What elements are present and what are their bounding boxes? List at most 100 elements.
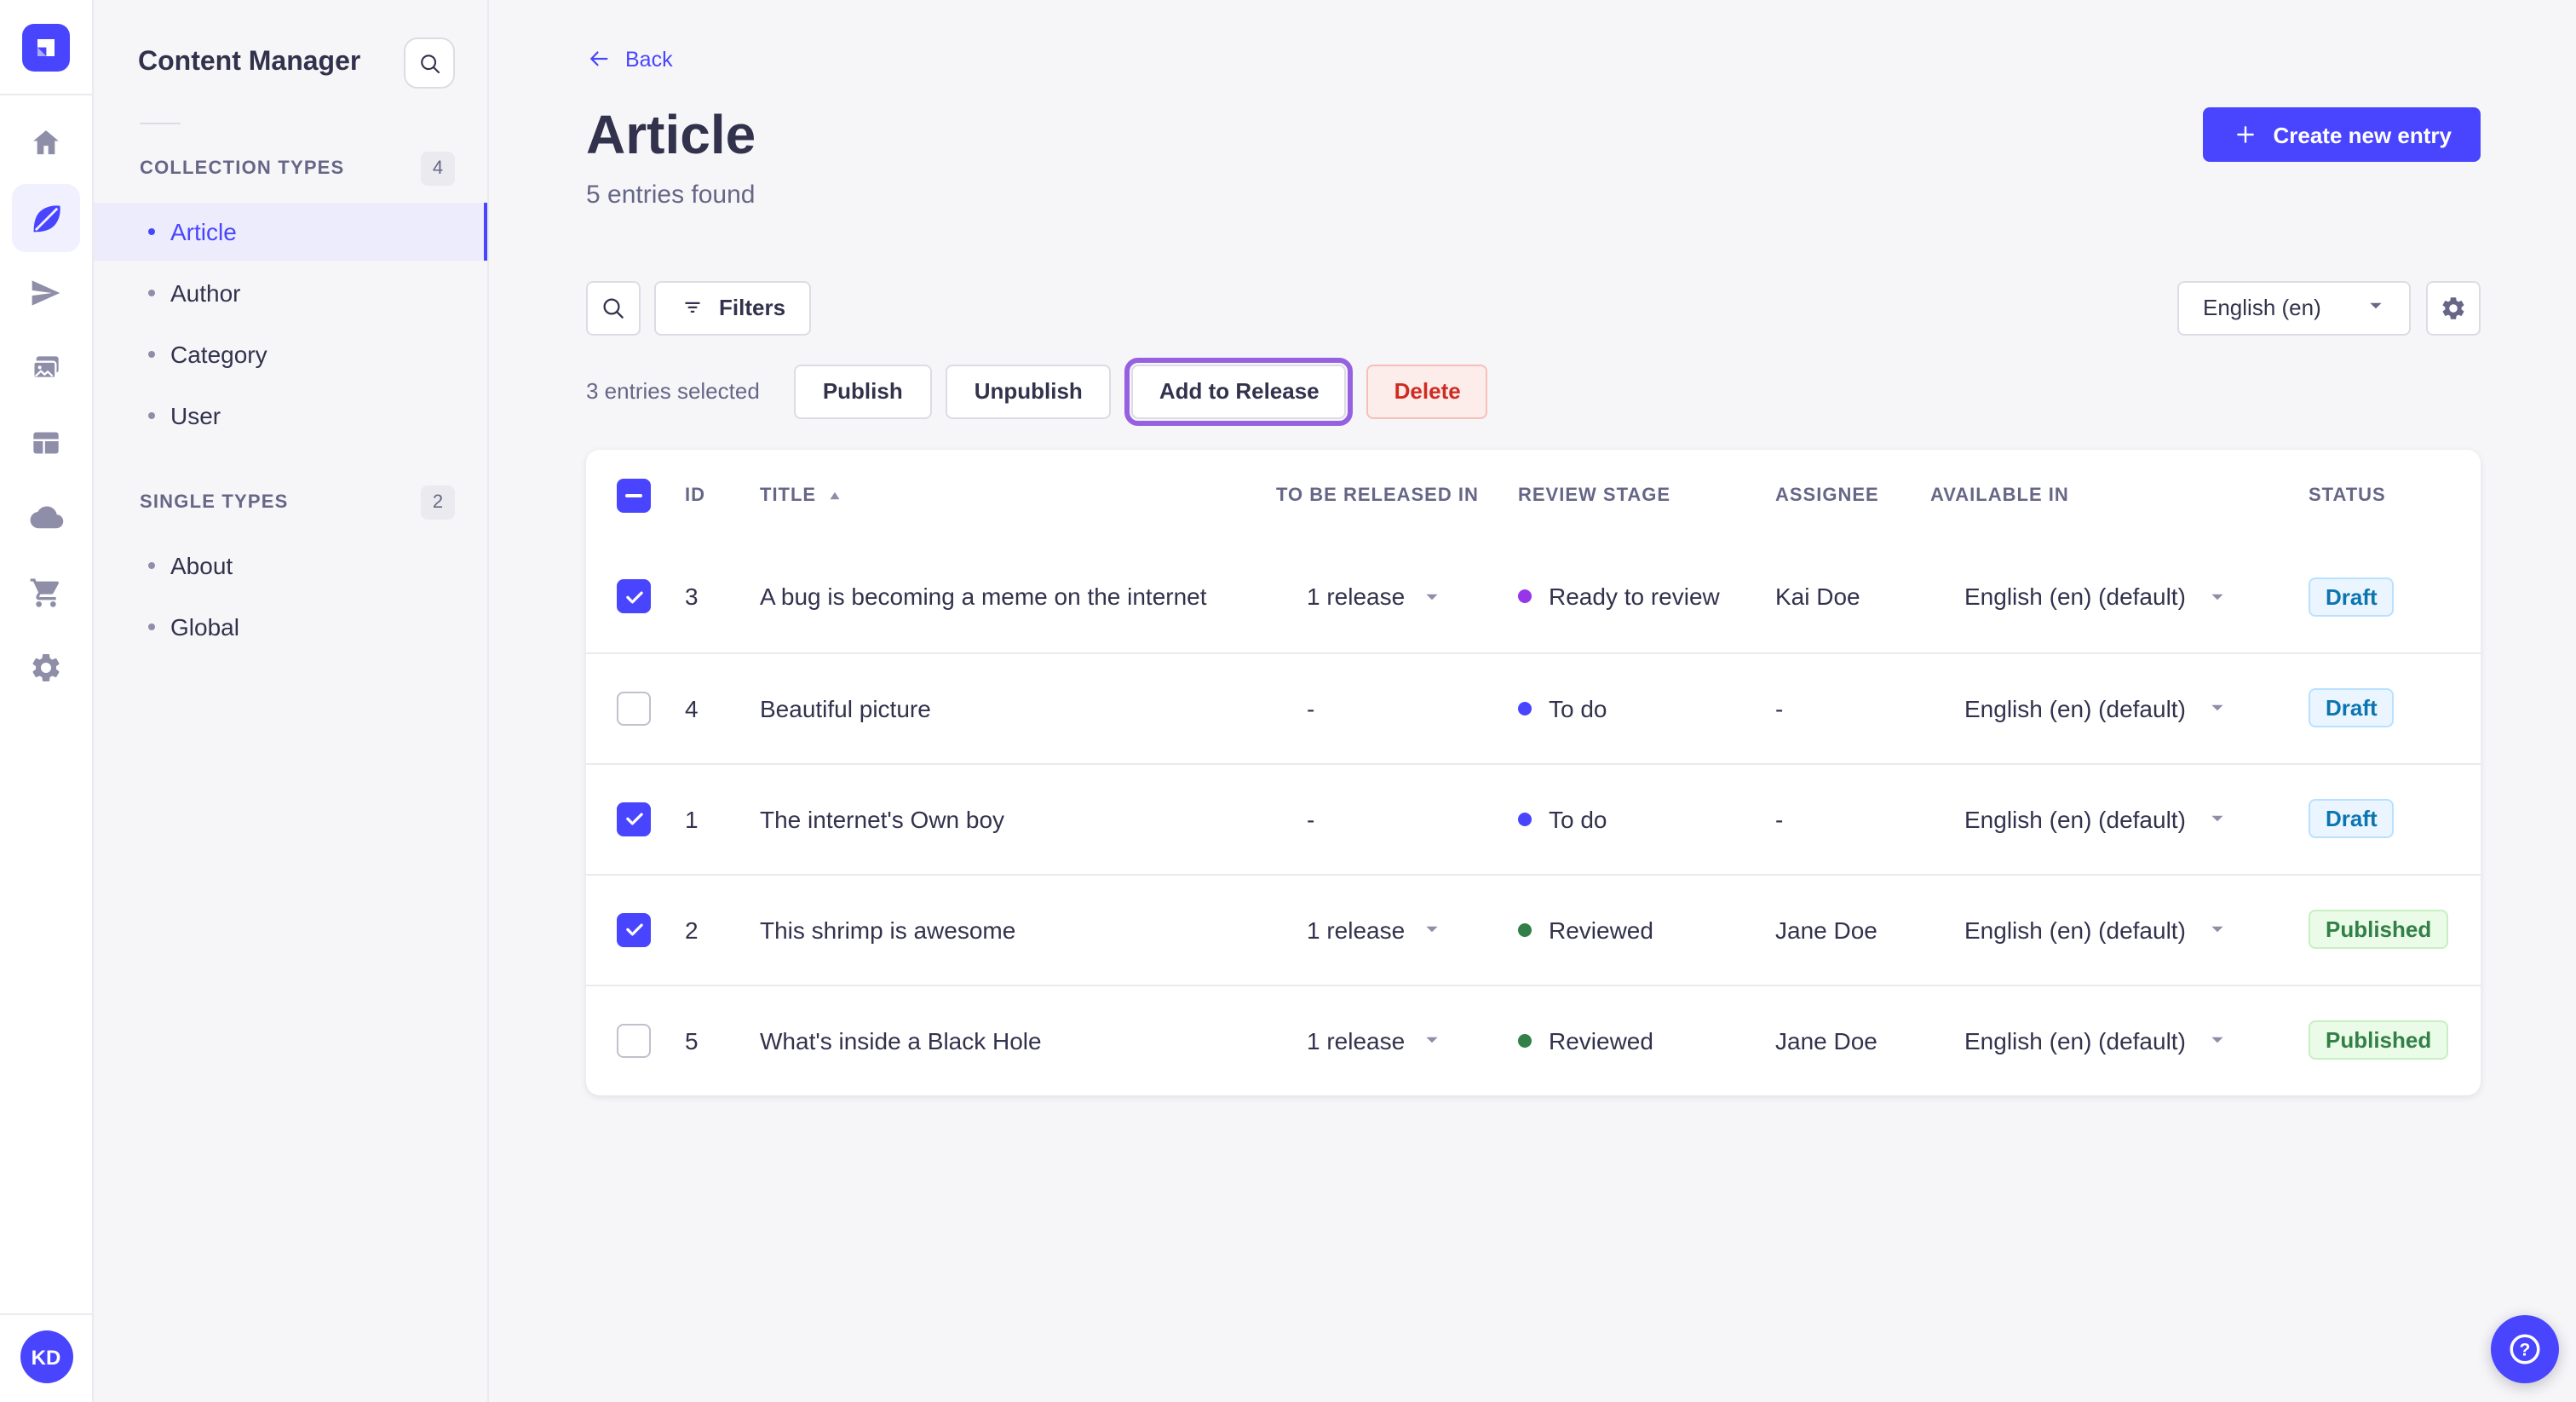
chevron-down-icon[interactable] xyxy=(1422,1031,1440,1050)
sidebar: Content Manager COLLECTION TYPES 4 Article… xyxy=(94,0,489,1402)
section-label: COLLECTION TYPES xyxy=(140,158,345,179)
cell-available-in: English (en) (default) xyxy=(1930,583,2309,611)
cell-title: This shrimp is awesome xyxy=(760,916,1016,944)
cell-title: What's inside a Black Hole xyxy=(760,1026,1042,1054)
row-checkbox[interactable] xyxy=(617,1023,651,1058)
row-checkbox[interactable] xyxy=(617,691,651,726)
cell-review-stage: Reviewed xyxy=(1518,1027,1775,1054)
column-header-release[interactable]: TO BE RELEASED IN xyxy=(1276,486,1518,506)
cell-available-in: English (en) (default) xyxy=(1930,1027,2309,1054)
status-badge: Draft xyxy=(2309,577,2395,617)
row-checkbox[interactable] xyxy=(617,579,651,614)
sidebar-search-button[interactable] xyxy=(404,37,455,89)
back-label: Back xyxy=(625,47,673,71)
publish-button[interactable]: Publish xyxy=(793,364,932,419)
column-header-id[interactable]: ID xyxy=(685,486,760,506)
nav-item-home[interactable] xyxy=(0,106,93,181)
cell-assignee: Jane Doe xyxy=(1775,916,1877,944)
column-header-assignee[interactable]: ASSIGNEE xyxy=(1775,486,1930,506)
status-badge: Draft xyxy=(2309,799,2395,839)
sidebar-section: COLLECTION TYPES 4 Article Author Category Us… xyxy=(94,152,487,445)
nav-item-cloud[interactable] xyxy=(0,480,93,555)
unpublish-button[interactable]: Unpublish xyxy=(945,364,1112,419)
release-count: - xyxy=(1307,805,1315,833)
chevron-down-icon[interactable] xyxy=(2208,588,2227,606)
sidebar-item-about[interactable]: About xyxy=(94,537,487,595)
filters-button[interactable]: Filters xyxy=(654,280,812,336)
back-link[interactable]: Back xyxy=(586,46,673,72)
chevron-down-icon[interactable] xyxy=(1422,921,1440,939)
table-row[interactable]: 4 Beautiful picture - To do - English (en) (d… xyxy=(586,652,2481,763)
locale-label: English (en) (default) xyxy=(1964,583,2186,611)
check-icon xyxy=(625,924,642,937)
sidebar-header: Content Manager xyxy=(138,37,455,89)
sidebar-item-label: Author xyxy=(170,279,241,307)
sidebar-item-author[interactable]: Author xyxy=(94,264,487,322)
user-avatar[interactable]: KD xyxy=(20,1330,72,1383)
cell-id: 3 xyxy=(685,583,699,611)
cell-assignee: Jane Doe xyxy=(1775,1026,1877,1054)
column-header-status[interactable]: STATUS xyxy=(2309,486,2481,506)
layout-icon xyxy=(12,409,80,477)
search-icon xyxy=(603,298,624,319)
toolbar-right: English (en) xyxy=(2177,280,2481,336)
table-body: 3 A bug is becoming a meme on the interne… xyxy=(586,542,2481,1095)
nav-item-cart[interactable] xyxy=(0,555,93,630)
chevron-down-icon[interactable] xyxy=(2208,1031,2227,1050)
sidebar-item-article[interactable]: Article xyxy=(94,203,487,261)
nav-item-send[interactable] xyxy=(0,256,93,330)
chevron-down-icon[interactable] xyxy=(2208,921,2227,939)
column-header-title[interactable]: TITLE xyxy=(760,486,1276,506)
cell-available-in: English (en) (default) xyxy=(1930,916,2309,944)
nav-item-media[interactable] xyxy=(0,330,93,405)
search-button[interactable] xyxy=(586,280,641,336)
sidebar-item-user[interactable]: User xyxy=(94,387,487,445)
help-button[interactable]: ? xyxy=(2491,1315,2559,1383)
table-row[interactable]: 1 The internet's Own boy - To do - English (e… xyxy=(586,762,2481,874)
sidebar-item-global[interactable]: Global xyxy=(94,598,487,656)
nav-item-settings[interactable] xyxy=(0,630,93,705)
section-count-badge: 2 xyxy=(421,486,455,520)
main-content: Back Article Create new entry 5 entries … xyxy=(489,0,2576,1402)
row-checkbox[interactable] xyxy=(617,802,651,836)
add-to-release-button[interactable]: Add to Release xyxy=(1124,357,1354,426)
table-row[interactable]: 5 What's inside a Black Hole 1 release Revi… xyxy=(586,984,2481,1095)
release-count: 1 release xyxy=(1307,1026,1406,1054)
stage-label: To do xyxy=(1549,694,1607,722)
row-checkbox[interactable] xyxy=(617,912,651,947)
logo-container xyxy=(0,0,93,95)
locale-label: English (en) (default) xyxy=(1964,1026,2186,1054)
table-row[interactable]: 3 A bug is becoming a meme on the interne… xyxy=(586,542,2481,652)
nav-rail-bottom: KD xyxy=(0,1313,93,1402)
cell-to-be-released-in: - xyxy=(1276,806,1518,833)
send-icon xyxy=(12,259,80,327)
divider xyxy=(140,123,181,124)
strapi-logo-icon xyxy=(37,38,55,55)
chevron-down-icon[interactable] xyxy=(2208,810,2227,829)
content-manager-app: KD Content Manager COLLECTION TYPES 4 Arti… xyxy=(0,0,2576,1402)
cell-status: Draft xyxy=(2309,577,2481,617)
nav-item-content[interactable] xyxy=(0,181,93,256)
title-row: Article Create new entry xyxy=(586,104,2481,167)
column-header-available-in[interactable]: AVAILABLE IN xyxy=(1930,486,2309,506)
cell-id: 1 xyxy=(685,805,699,833)
create-new-entry-button[interactable]: Create new entry xyxy=(2203,107,2481,162)
sidebar-item-category[interactable]: Category xyxy=(94,325,487,383)
locale-select[interactable]: English (en) xyxy=(2177,280,2411,336)
locale-label: English (en) (default) xyxy=(1964,916,2186,944)
nav-item-layout[interactable] xyxy=(0,405,93,480)
strapi-logo[interactable] xyxy=(22,23,70,71)
view-settings-button[interactable] xyxy=(2426,280,2481,336)
chevron-down-icon[interactable] xyxy=(1422,588,1440,606)
column-header-review-stage[interactable]: REVIEW STAGE xyxy=(1518,486,1775,506)
cell-id: 4 xyxy=(685,694,699,722)
section-header: COLLECTION TYPES 4 xyxy=(94,152,487,186)
plus-icon xyxy=(2237,126,2255,143)
chevron-down-icon[interactable] xyxy=(2208,699,2227,718)
bullet-icon xyxy=(148,412,155,419)
delete-button[interactable]: Delete xyxy=(1366,364,1488,419)
sidebar-item-label: Category xyxy=(170,341,267,368)
table-row[interactable]: 2 This shrimp is awesome 1 release Reviewed… xyxy=(586,873,2481,985)
stage-label: Reviewed xyxy=(1549,1026,1653,1054)
select-all-checkbox[interactable] xyxy=(617,478,651,513)
